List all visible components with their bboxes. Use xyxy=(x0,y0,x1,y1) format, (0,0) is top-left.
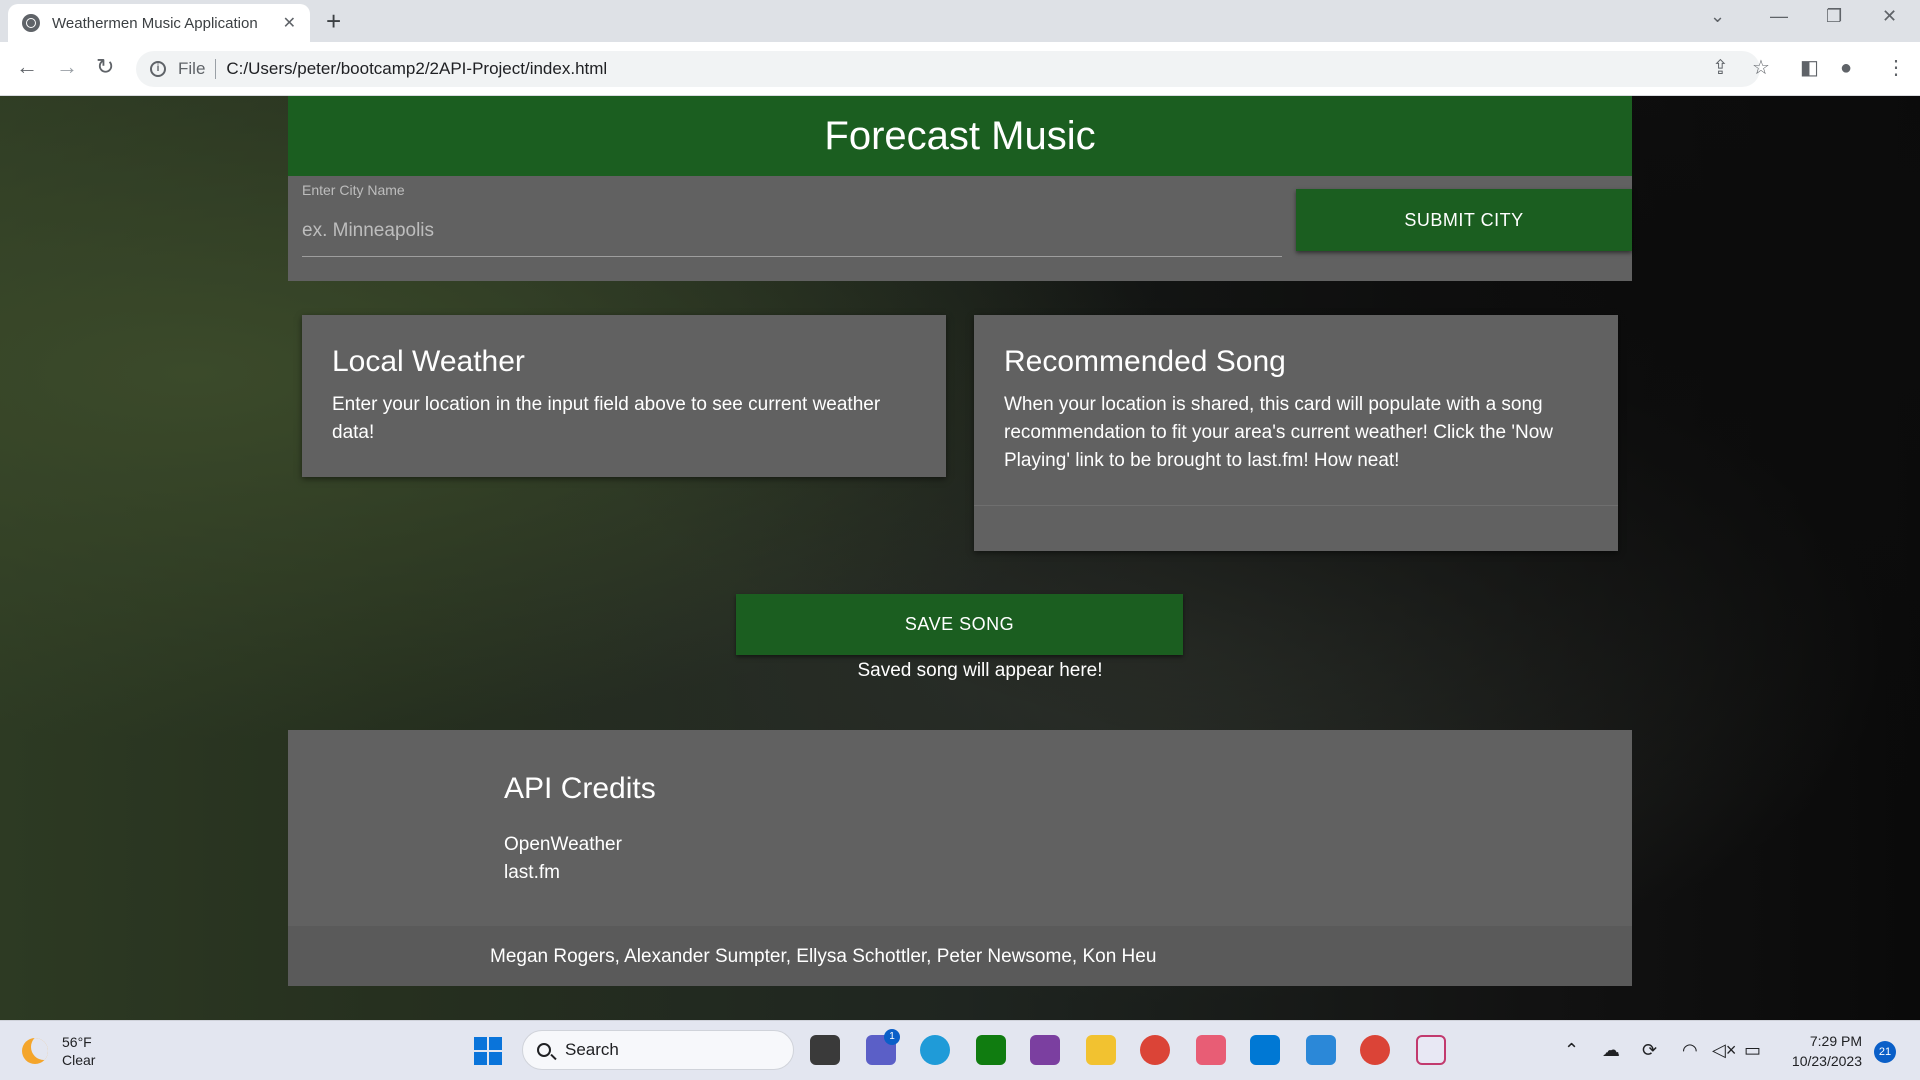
reload-icon[interactable]: ↻ xyxy=(96,54,114,80)
site-header: Forecast Music xyxy=(288,96,1632,176)
minimize-button[interactable]: — xyxy=(1770,6,1788,27)
edge-icon[interactable] xyxy=(920,1035,950,1065)
battery-icon[interactable]: ▭ xyxy=(1744,1039,1761,1061)
city-input-bar: Enter City Name SUBMIT CITY xyxy=(288,176,1632,281)
city-input[interactable] xyxy=(302,202,1282,257)
site-info-icon[interactable]: i xyxy=(150,61,166,77)
taskbar-search[interactable]: Search xyxy=(522,1030,794,1070)
footer-authors-bar: Megan Rogers, Alexander Sumpter, Ellysa … xyxy=(288,926,1632,986)
credit-openweather: OpenWeather xyxy=(504,834,622,855)
clock-date: 10/23/2023 xyxy=(1791,1053,1862,1069)
submit-city-button[interactable]: SUBMIT CITY xyxy=(1296,189,1632,251)
side-panel-icon[interactable]: ◧ xyxy=(1800,56,1819,80)
close-window-button[interactable]: ✕ xyxy=(1882,6,1897,27)
chrome-icon[interactable] xyxy=(1140,1035,1170,1065)
recommended-song-card: Recommended Song When your location is s… xyxy=(974,315,1618,551)
file-explorer-icon[interactable] xyxy=(1086,1035,1116,1065)
browser-toolbar: ← → ↻ i File C:/Users/peter/bootcamp2/2A… xyxy=(0,42,1920,96)
weather-temp: 56°F xyxy=(62,1034,92,1050)
authors-text: Megan Rogers, Alexander Sumpter, Ellysa … xyxy=(490,946,1157,967)
save-song-button[interactable]: SAVE SONG xyxy=(736,594,1183,655)
chrome-active-icon[interactable] xyxy=(1360,1035,1390,1065)
restore-button[interactable]: ❐ xyxy=(1826,6,1842,27)
address-bar[interactable]: i File C:/Users/peter/bootcamp2/2API-Pro… xyxy=(136,51,1760,87)
app-icon[interactable] xyxy=(1030,1035,1060,1065)
local-weather-title: Local Weather xyxy=(332,345,525,378)
share-icon[interactable]: ⇪ xyxy=(1712,56,1729,80)
recommended-song-title: Recommended Song xyxy=(1004,345,1286,378)
menu-kebab-icon[interactable]: ⋮ xyxy=(1886,56,1906,80)
profile-icon[interactable]: ● xyxy=(1840,56,1852,80)
weather-condition: Clear xyxy=(62,1052,96,1068)
page-title: Forecast Music xyxy=(824,113,1096,158)
clock-time: 7:29 PM xyxy=(1809,1033,1862,1049)
sync-icon[interactable]: ⟳ xyxy=(1642,1039,1657,1061)
snipping-tool-icon[interactable] xyxy=(1416,1035,1446,1065)
saved-song-text: Saved song will appear here! xyxy=(857,660,1103,681)
new-tab-button[interactable]: + xyxy=(326,6,341,36)
vscode-icon[interactable] xyxy=(1250,1035,1280,1065)
notepad-icon[interactable] xyxy=(1306,1035,1336,1065)
weather-widget[interactable]: 56°F Clear xyxy=(22,1033,95,1069)
xbox-icon[interactable] xyxy=(976,1035,1006,1065)
wifi-icon[interactable]: ◠ xyxy=(1682,1039,1698,1061)
api-credits-heading: API Credits xyxy=(504,772,656,805)
search-icon xyxy=(537,1043,551,1057)
city-input-label: Enter City Name xyxy=(302,182,405,198)
task-view-icon[interactable] xyxy=(810,1035,840,1065)
close-tab-icon[interactable]: ✕ xyxy=(283,13,296,33)
globe-icon xyxy=(22,14,40,32)
moon-icon xyxy=(22,1038,48,1064)
credit-lastfm: last.fm xyxy=(504,862,560,883)
browser-tab-strip: Weathermen Music Application ✕ + ⌄ — ❐ ✕ xyxy=(0,0,1920,42)
bookmark-star-icon[interactable]: ☆ xyxy=(1752,56,1770,80)
back-icon[interactable]: ← xyxy=(16,54,38,80)
address-separator xyxy=(215,59,217,79)
taskbar-clock[interactable]: 7:29 PM 10/23/2023 xyxy=(1776,1031,1862,1071)
page-viewport: Forecast Music Enter City Name SUBMIT CI… xyxy=(0,96,1920,1020)
taskbar-search-label: Search xyxy=(565,1040,619,1059)
onedrive-icon[interactable]: ☁ xyxy=(1602,1039,1620,1061)
address-scheme: File xyxy=(178,59,206,78)
windows-start-icon[interactable] xyxy=(474,1037,502,1065)
tray-overflow-icon[interactable]: ⌃ xyxy=(1564,1039,1579,1061)
footer: API Credits OpenWeather last.fm Megan Ro… xyxy=(288,730,1632,986)
recommended-song-body: When your location is shared, this card … xyxy=(1004,394,1553,471)
volume-muted-icon[interactable]: ◁× xyxy=(1712,1039,1736,1061)
local-weather-body: Enter your location in the input field a… xyxy=(332,394,881,443)
tab-title: Weathermen Music Application xyxy=(52,14,258,32)
app-diamond-icon[interactable] xyxy=(1196,1035,1226,1065)
chat-badge: 1 xyxy=(884,1029,900,1045)
local-weather-card: Local Weather Enter your location in the… xyxy=(302,315,946,477)
address-url[interactable]: C:/Users/peter/bootcamp2/2API-Project/in… xyxy=(226,59,607,79)
forward-icon[interactable]: → xyxy=(56,54,78,80)
card-action-divider xyxy=(974,505,1618,506)
taskbar: 56°F Clear Search 1 ⌃ ☁ ⟳ ◠ ◁× ▭ 7:29 PM… xyxy=(0,1020,1920,1080)
notification-badge[interactable]: 21 xyxy=(1874,1041,1896,1063)
tab-search-icon[interactable]: ⌄ xyxy=(1710,6,1725,27)
browser-tab[interactable]: Weathermen Music Application ✕ xyxy=(8,4,310,42)
